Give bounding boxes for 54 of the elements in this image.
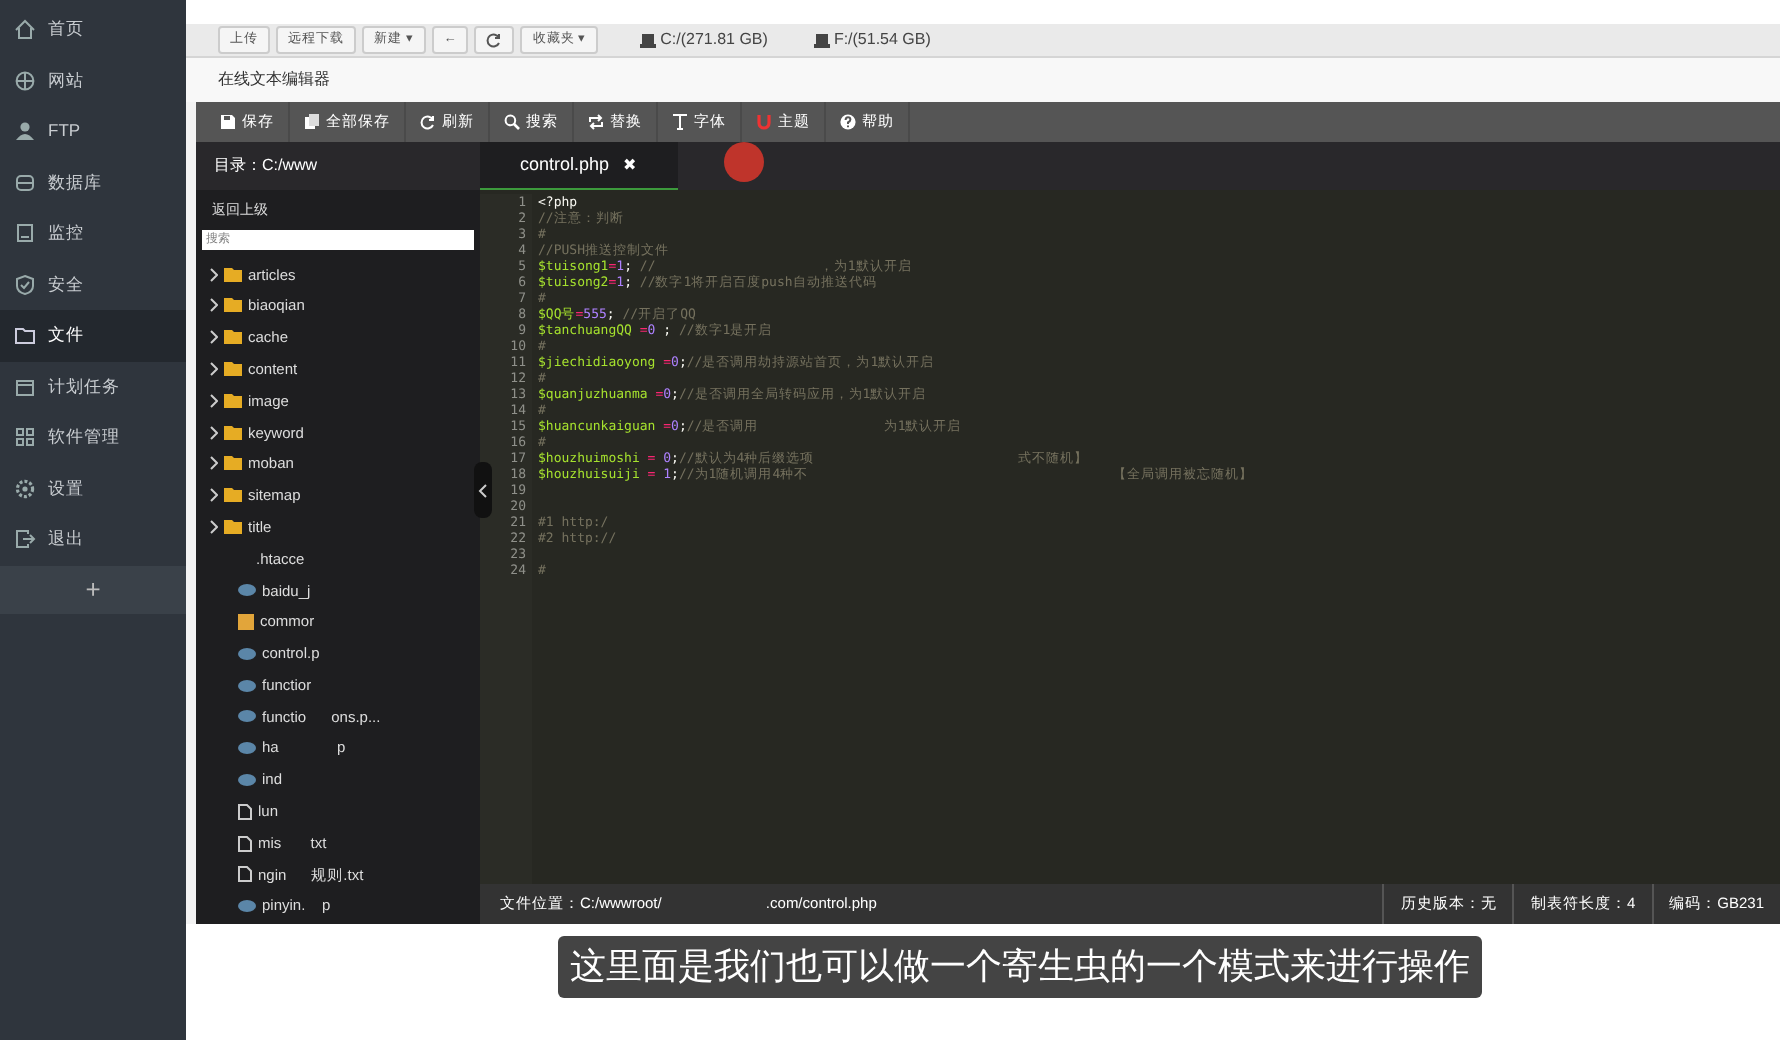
chevron-right-icon xyxy=(210,425,218,440)
sidebar-item[interactable]: 数据库 xyxy=(0,157,186,208)
shield-icon xyxy=(14,273,36,296)
close-button[interactable]: ✖ xyxy=(623,153,638,177)
refresh-icon xyxy=(486,32,503,48)
refresh-icon xyxy=(420,114,436,130)
file-tab[interactable]: control.php ✖ xyxy=(480,142,678,190)
chevron-right-icon xyxy=(210,488,218,503)
sidebar-item[interactable]: 退出 xyxy=(0,514,186,565)
help-icon xyxy=(840,114,856,130)
sidebar-item[interactable]: 监控 xyxy=(0,208,186,259)
chevron-left-icon xyxy=(478,483,488,497)
js-file-icon xyxy=(238,613,254,630)
folder-icon xyxy=(14,324,36,347)
add-button[interactable]: + xyxy=(0,565,186,613)
database-icon xyxy=(14,171,36,194)
calendar-icon xyxy=(14,375,36,398)
grid-icon xyxy=(14,426,36,449)
monitor-icon xyxy=(14,222,36,245)
refresh-button[interactable] xyxy=(474,26,515,54)
copy-icon xyxy=(304,114,320,130)
sidebar-item[interactable]: 文件 xyxy=(0,310,186,361)
chevron-right-icon xyxy=(210,298,218,313)
chevron-right-icon xyxy=(210,330,218,345)
chevron-right-icon xyxy=(210,456,218,471)
chevron-right-icon xyxy=(210,393,218,408)
user-icon xyxy=(14,120,36,143)
editor-title: 在线文本编辑器 xyxy=(218,68,330,92)
disk-link[interactable]: F:/(51.54 GB) xyxy=(833,28,931,52)
sidebar-item[interactable]: 软件管理 xyxy=(0,412,186,463)
magnet-icon xyxy=(756,114,772,130)
sidebar-item[interactable]: FTP xyxy=(0,106,186,157)
sidebar-item[interactable]: 首页 xyxy=(0,4,186,55)
chevron-right-icon xyxy=(210,267,218,282)
sidebar-item[interactable]: 设置 xyxy=(0,463,186,514)
text-icon xyxy=(672,114,688,130)
sidebar-item[interactable]: 计划任务 xyxy=(0,361,186,412)
sidebar-item[interactable]: 安全 xyxy=(0,259,186,310)
directory-path: 目录：C:/www xyxy=(212,154,320,178)
settings-icon xyxy=(14,477,36,500)
exit-icon xyxy=(14,528,36,551)
chevron-right-icon xyxy=(210,362,218,377)
search-icon xyxy=(504,114,520,130)
drive-icon xyxy=(813,33,830,47)
home-icon xyxy=(14,18,36,41)
subtitle-caption: 这里面是我们也可以做一个寄生虫的一个模式来进行操作 xyxy=(558,936,1482,998)
chevron-right-icon xyxy=(210,520,218,535)
sidebar-item[interactable]: 网站 xyxy=(0,55,186,106)
swap-icon xyxy=(588,114,604,130)
save-icon xyxy=(220,114,236,130)
collapse-handle[interactable] xyxy=(474,462,492,518)
disk-link[interactable]: C:/(271.81 GB) xyxy=(660,28,768,52)
drive-icon xyxy=(640,33,657,47)
globe-icon xyxy=(14,69,36,92)
